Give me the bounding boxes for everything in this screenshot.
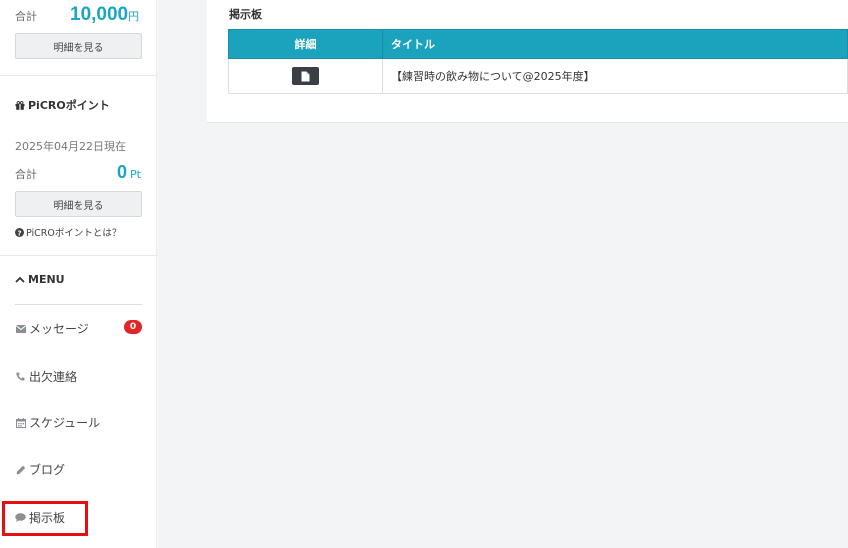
total-label: 合計 [15,10,37,23]
bulletin-board-highlight [2,501,88,536]
phone-icon [15,372,26,381]
envelope-icon [15,324,26,333]
table-row: 【練習時の飲み物について@2025年度】 [228,58,848,94]
menu-item-attendance[interactable]: 出欠連絡 [15,368,77,385]
total-amount: 10,000 [70,4,129,25]
menu-item-label: 出欠連絡 [29,370,78,384]
menu-title: MENU [28,273,65,286]
points-detail-button[interactable]: 明細を見る [15,191,142,217]
points-group: 0 Pt [117,162,141,183]
menu-item-messages[interactable]: メッセージ [15,320,89,337]
points-value: 0 [117,162,128,182]
sidebar: 合計 10,000 円 明細を見る PiCROポイント 2025年04月22日現… [0,0,157,548]
question-circle-icon: ? [15,227,24,237]
detail-cell [228,58,383,94]
menu-heading[interactable]: MENU [15,273,65,286]
page-title: 掲示板 [229,8,262,21]
menu-item-label: ブログ [29,463,66,477]
pencil-icon [15,465,26,475]
view-detail-button[interactable] [292,67,319,85]
table-header-row: 詳細 タイトル [228,29,848,59]
points-total-label: 合計 [15,168,37,181]
picro-points-title: PiCROポイント [15,97,110,113]
column-header-detail: 詳細 [228,29,383,59]
divider [0,255,157,256]
menu-item-label: メッセージ [29,322,89,336]
picro-title-text: PiCROポイント [28,99,110,112]
menu-divider [15,304,142,305]
divider [0,75,157,76]
amount-detail-button[interactable]: 明細を見る [15,33,142,59]
calendar-icon [15,417,26,428]
post-title-cell[interactable]: 【練習時の飲み物について@2025年度】 [382,58,848,94]
chevron-up-icon [15,276,25,283]
picro-help-link[interactable]: ? PiCROポイントとは？ [15,225,121,239]
svg-text:?: ? [17,229,21,237]
points-unit: Pt [130,168,141,181]
bulletin-board-table: 詳細 タイトル 【練習時の飲み物について@2025年度】 [228,29,848,94]
points-as-of-date: 2025年04月22日現在 [15,140,126,153]
total-unit: 円 [128,10,140,23]
picro-help-text: PiCROポイントとは？ [26,228,122,239]
menu-item-blog[interactable]: ブログ [15,461,65,478]
column-header-title: タイトル [382,29,848,59]
total-amount-group: 10,000 円 [70,4,139,26]
menu-item-schedule[interactable]: スケジュール [15,414,100,431]
message-count-badge: 0 [124,320,142,334]
gift-icon [15,100,25,110]
document-icon [301,71,310,81]
menu-item-label: スケジュール [29,416,101,430]
